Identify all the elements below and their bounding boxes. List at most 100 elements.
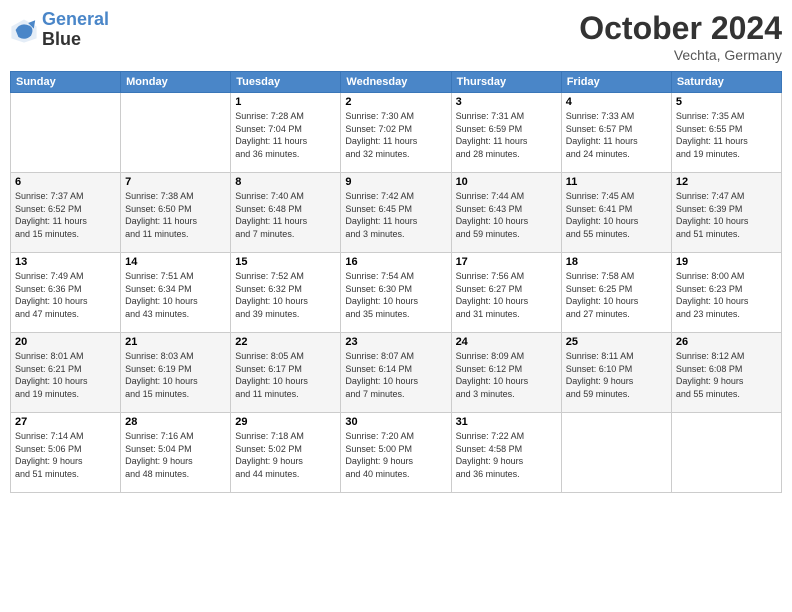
day-info: Sunrise: 7:31 AM Sunset: 6:59 PM Dayligh… [456,110,557,160]
week-row-2: 13 Sunrise: 7:49 AM Sunset: 6:36 PM Dayli… [11,253,782,333]
day-cell: 30 Sunrise: 7:20 AM Sunset: 5:00 PM Dayli… [341,413,451,493]
day-info: Sunrise: 7:44 AM Sunset: 6:43 PM Dayligh… [456,190,557,240]
day-cell: 22 Sunrise: 8:05 AM Sunset: 6:17 PM Dayli… [231,333,341,413]
day-number: 31 [456,416,557,428]
logo-text: General Blue [42,10,109,50]
weekday-header-wednesday: Wednesday [341,72,451,93]
day-number: 17 [456,256,557,268]
day-cell: 10 Sunrise: 7:44 AM Sunset: 6:43 PM Dayli… [451,173,561,253]
day-number: 19 [676,256,777,268]
day-number: 26 [676,336,777,348]
day-info: Sunrise: 8:11 AM Sunset: 6:10 PM Dayligh… [566,350,667,400]
day-info: Sunrise: 8:03 AM Sunset: 6:19 PM Dayligh… [125,350,226,400]
day-info: Sunrise: 7:28 AM Sunset: 7:04 PM Dayligh… [235,110,336,160]
day-info: Sunrise: 8:12 AM Sunset: 6:08 PM Dayligh… [676,350,777,400]
day-number: 24 [456,336,557,348]
day-info: Sunrise: 7:56 AM Sunset: 6:27 PM Dayligh… [456,270,557,320]
day-number: 21 [125,336,226,348]
logo: General Blue [10,10,109,50]
week-row-4: 27Sunrise: 7:14 AM Sunset: 5:06 PM Dayli… [11,413,782,493]
day-cell: 20Sunrise: 8:01 AM Sunset: 6:21 PM Dayli… [11,333,121,413]
day-info: Sunrise: 7:18 AM Sunset: 5:02 PM Dayligh… [235,430,336,480]
day-number: 22 [235,336,336,348]
day-cell [671,413,781,493]
day-number: 1 [235,96,336,108]
day-info: Sunrise: 8:07 AM Sunset: 6:14 PM Dayligh… [345,350,446,400]
day-cell: 14Sunrise: 7:51 AM Sunset: 6:34 PM Dayli… [121,253,231,333]
day-cell: 3 Sunrise: 7:31 AM Sunset: 6:59 PM Daylig… [451,93,561,173]
week-row-1: 6Sunrise: 7:37 AM Sunset: 6:52 PM Daylig… [11,173,782,253]
logo-line1: General [42,9,109,29]
day-info: Sunrise: 7:52 AM Sunset: 6:32 PM Dayligh… [235,270,336,320]
day-number: 16 [345,256,446,268]
month-title: October 2024 [579,10,782,47]
day-cell: 21 Sunrise: 8:03 AM Sunset: 6:19 PM Dayli… [121,333,231,413]
weekday-header-thursday: Thursday [451,72,561,93]
logo-line2: Blue [42,30,109,50]
day-cell: 2 Sunrise: 7:30 AM Sunset: 7:02 PM Daylig… [341,93,451,173]
weekday-header-monday: Monday [121,72,231,93]
day-info: Sunrise: 7:47 AM Sunset: 6:39 PM Dayligh… [676,190,777,240]
day-info: Sunrise: 7:51 AM Sunset: 6:34 PM Dayligh… [125,270,226,320]
day-number: 2 [345,96,446,108]
day-cell: 25 Sunrise: 8:11 AM Sunset: 6:10 PM Dayli… [561,333,671,413]
day-cell: 31 Sunrise: 7:22 AM Sunset: 4:58 PM Dayli… [451,413,561,493]
day-number: 4 [566,96,667,108]
day-cell [121,93,231,173]
calendar-table: SundayMondayTuesdayWednesdayThursdayFrid… [10,71,782,493]
day-number: 11 [566,176,667,188]
day-number: 13 [15,256,116,268]
day-cell: 27Sunrise: 7:14 AM Sunset: 5:06 PM Dayli… [11,413,121,493]
weekday-header-saturday: Saturday [671,72,781,93]
day-cell: 13 Sunrise: 7:49 AM Sunset: 6:36 PM Dayli… [11,253,121,333]
day-number: 15 [235,256,336,268]
day-number: 9 [345,176,446,188]
day-info: Sunrise: 7:22 AM Sunset: 4:58 PM Dayligh… [456,430,557,480]
day-info: Sunrise: 8:05 AM Sunset: 6:17 PM Dayligh… [235,350,336,400]
day-info: Sunrise: 7:35 AM Sunset: 6:55 PM Dayligh… [676,110,777,160]
day-cell: 15 Sunrise: 7:52 AM Sunset: 6:32 PM Dayli… [231,253,341,333]
day-number: 27 [15,416,116,428]
day-number: 25 [566,336,667,348]
day-info: Sunrise: 7:54 AM Sunset: 6:30 PM Dayligh… [345,270,446,320]
day-info: Sunrise: 7:42 AM Sunset: 6:45 PM Dayligh… [345,190,446,240]
day-cell: 17 Sunrise: 7:56 AM Sunset: 6:27 PM Dayli… [451,253,561,333]
weekday-header-tuesday: Tuesday [231,72,341,93]
day-info: Sunrise: 7:37 AM Sunset: 6:52 PM Dayligh… [15,190,116,240]
day-info: Sunrise: 8:09 AM Sunset: 6:12 PM Dayligh… [456,350,557,400]
day-info: Sunrise: 7:45 AM Sunset: 6:41 PM Dayligh… [566,190,667,240]
day-number: 8 [235,176,336,188]
day-cell: 9 Sunrise: 7:42 AM Sunset: 6:45 PM Daylig… [341,173,451,253]
page: General Blue October 2024 Vechta, German… [0,0,792,612]
day-number: 28 [125,416,226,428]
day-info: Sunrise: 8:00 AM Sunset: 6:23 PM Dayligh… [676,270,777,320]
day-number: 3 [456,96,557,108]
day-number: 10 [456,176,557,188]
day-cell [11,93,121,173]
day-cell: 26 Sunrise: 8:12 AM Sunset: 6:08 PM Dayli… [671,333,781,413]
day-info: Sunrise: 7:30 AM Sunset: 7:02 PM Dayligh… [345,110,446,160]
day-cell: 4Sunrise: 7:33 AM Sunset: 6:57 PM Daylig… [561,93,671,173]
day-info: Sunrise: 7:20 AM Sunset: 5:00 PM Dayligh… [345,430,446,480]
day-cell [561,413,671,493]
calendar-header: SundayMondayTuesdayWednesdayThursdayFrid… [11,72,782,93]
day-cell: 28Sunrise: 7:16 AM Sunset: 5:04 PM Dayli… [121,413,231,493]
calendar-body: 1 Sunrise: 7:28 AM Sunset: 7:04 PM Daylig… [11,93,782,493]
title-block: October 2024 Vechta, Germany [579,10,782,63]
day-cell: 7Sunrise: 7:38 AM Sunset: 6:50 PM Daylig… [121,173,231,253]
day-cell: 1 Sunrise: 7:28 AM Sunset: 7:04 PM Daylig… [231,93,341,173]
day-cell: 16 Sunrise: 7:54 AM Sunset: 6:30 PM Dayli… [341,253,451,333]
day-number: 30 [345,416,446,428]
subtitle: Vechta, Germany [579,47,782,63]
day-number: 7 [125,176,226,188]
day-cell: 8Sunrise: 7:40 AM Sunset: 6:48 PM Daylig… [231,173,341,253]
day-info: Sunrise: 7:49 AM Sunset: 6:36 PM Dayligh… [15,270,116,320]
day-info: Sunrise: 8:01 AM Sunset: 6:21 PM Dayligh… [15,350,116,400]
day-number: 5 [676,96,777,108]
weekday-row: SundayMondayTuesdayWednesdayThursdayFrid… [11,72,782,93]
weekday-header-friday: Friday [561,72,671,93]
day-number: 18 [566,256,667,268]
weekday-header-sunday: Sunday [11,72,121,93]
day-cell: 5 Sunrise: 7:35 AM Sunset: 6:55 PM Daylig… [671,93,781,173]
day-cell: 11 Sunrise: 7:45 AM Sunset: 6:41 PM Dayli… [561,173,671,253]
